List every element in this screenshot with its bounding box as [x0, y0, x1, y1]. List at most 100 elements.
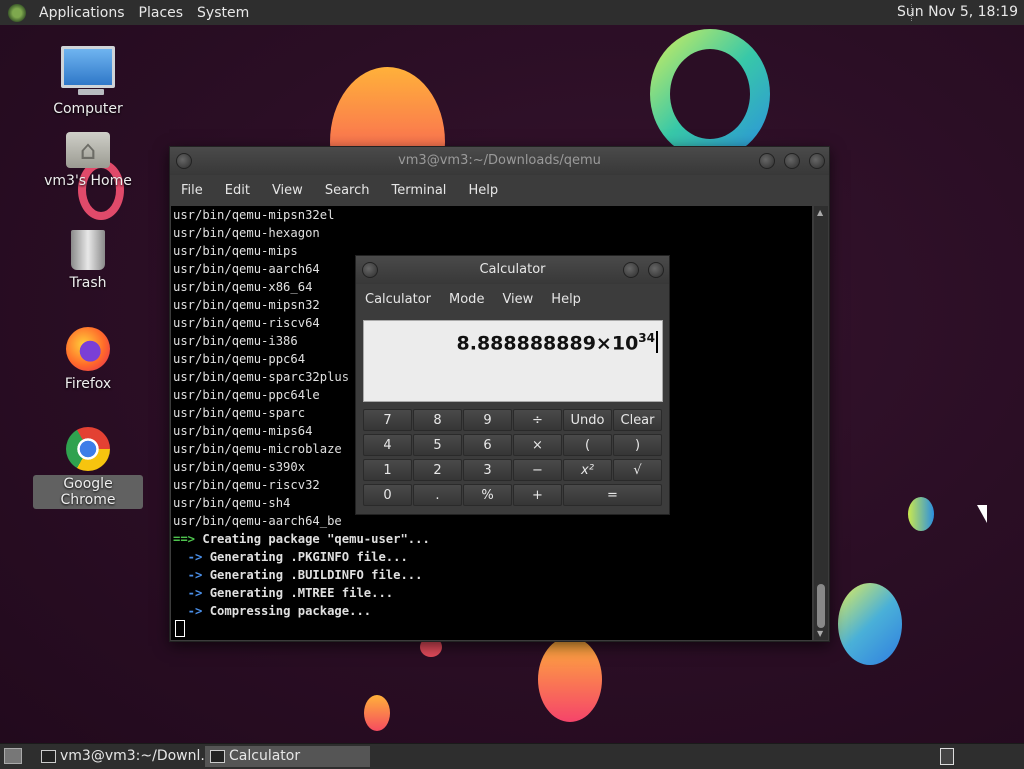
- trash-applet-icon[interactable]: [940, 748, 954, 765]
- status-text: Generating .MTREE file...: [202, 586, 394, 600]
- desktop-icon-label: Trash: [69, 275, 107, 291]
- status-text: Generating .BUILDINFO file...: [202, 568, 423, 582]
- scroll-down-icon[interactable]: ▼: [817, 629, 823, 638]
- desktop-icon-label: Firefox: [64, 376, 112, 392]
- key-divide[interactable]: ÷: [513, 409, 562, 431]
- terminal-status-line: -> Generating .MTREE file...: [171, 584, 812, 602]
- wallpaper-shape: [364, 695, 390, 731]
- desktop-icon-label: Google Chrome: [33, 475, 143, 509]
- terminal-title: vm3@vm3:~/Downloads/qemu: [398, 153, 601, 168]
- minimize-icon[interactable]: [759, 153, 775, 169]
- status-text: Generating .PKGINFO file...: [202, 550, 408, 564]
- taskbar-item-label: vm3@vm3:~/Downl...: [60, 748, 214, 764]
- minimize-icon[interactable]: [623, 262, 639, 278]
- desktop-icon-firefox[interactable]: Firefox: [33, 327, 143, 393]
- calculator-window[interactable]: Calculator Calculator Mode View Help 8.8…: [355, 255, 670, 515]
- scrollbar-thumb[interactable]: [817, 584, 825, 628]
- terminal-icon: [41, 750, 56, 763]
- terminal-scrollbar[interactable]: ▲ ▼: [814, 206, 828, 640]
- key-8[interactable]: 8: [413, 409, 462, 431]
- terminal-prompt: [171, 620, 812, 639]
- key-equals[interactable]: =: [563, 484, 662, 506]
- key-multiply[interactable]: ×: [513, 434, 562, 456]
- chrome-icon: [66, 427, 110, 471]
- terminal-menubar: File Edit View Search Terminal Help: [170, 175, 829, 205]
- clock[interactable]: Sun Nov 5, 18:19: [897, 4, 1018, 20]
- window-menu-icon[interactable]: [362, 262, 378, 278]
- top-panel: Applications Places System Sun Nov 5, 18…: [0, 0, 1024, 26]
- taskbar-item-terminal[interactable]: vm3@vm3:~/Downl...: [36, 746, 214, 767]
- key-decimal[interactable]: .: [413, 484, 462, 506]
- status-prefix: ->: [173, 568, 203, 582]
- key-6[interactable]: 6: [463, 434, 512, 456]
- calculator-titlebar[interactable]: Calculator: [356, 256, 669, 284]
- close-icon[interactable]: [648, 262, 664, 278]
- key-1[interactable]: 1: [363, 459, 412, 481]
- key-3[interactable]: 3: [463, 459, 512, 481]
- wallpaper-shape: [838, 583, 902, 665]
- key-subtract[interactable]: −: [513, 459, 562, 481]
- menu-places[interactable]: Places: [132, 5, 191, 21]
- desktop-icon-label: vm3's Home: [44, 173, 132, 189]
- terminal-line: usr/bin/qemu-hexagon: [173, 226, 320, 240]
- menu-view[interactable]: View: [493, 292, 542, 307]
- trash-icon: [71, 230, 105, 270]
- key-add[interactable]: +: [513, 484, 562, 506]
- menu-terminal[interactable]: Terminal: [380, 183, 457, 198]
- terminal-line: usr/bin/qemu-mipsn32el: [173, 208, 335, 222]
- key-square[interactable]: x²: [563, 459, 612, 481]
- key-undo[interactable]: Undo: [563, 409, 612, 431]
- key-sqrt[interactable]: √: [613, 459, 662, 481]
- key-7[interactable]: 7: [363, 409, 412, 431]
- maximize-icon[interactable]: [784, 153, 800, 169]
- desktop-icon-computer[interactable]: Computer: [33, 46, 143, 118]
- desktop-icon-home[interactable]: vm3's Home: [33, 132, 143, 190]
- status-prefix: ->: [173, 586, 203, 600]
- menu-file[interactable]: File: [170, 183, 214, 198]
- menu-calculator[interactable]: Calculator: [356, 292, 440, 307]
- menu-search[interactable]: Search: [314, 183, 381, 198]
- window-menu-icon[interactable]: [176, 153, 192, 169]
- status-prefix: ==>: [173, 532, 196, 546]
- menu-help[interactable]: Help: [542, 292, 590, 307]
- calculator-title: Calculator: [479, 262, 546, 277]
- key-4[interactable]: 4: [363, 434, 412, 456]
- status-prefix: ->: [173, 550, 203, 564]
- calculator-display[interactable]: 8.888888889×1034: [363, 320, 663, 402]
- text-caret: [656, 331, 658, 354]
- key-5[interactable]: 5: [413, 434, 462, 456]
- desktop-icon-label: Computer: [53, 101, 123, 117]
- desktop-icon-trash[interactable]: Trash: [33, 230, 143, 292]
- key-2[interactable]: 2: [413, 459, 462, 481]
- key-0[interactable]: 0: [363, 484, 412, 506]
- home-folder-icon: [66, 132, 110, 168]
- menu-view[interactable]: View: [261, 183, 314, 198]
- menu-edit[interactable]: Edit: [214, 183, 261, 198]
- key-percent[interactable]: %: [463, 484, 512, 506]
- terminal-titlebar[interactable]: vm3@vm3:~/Downloads/qemu: [170, 147, 829, 175]
- key-9[interactable]: 9: [463, 409, 512, 431]
- status-text: Creating package "qemu-user"...: [195, 532, 430, 546]
- show-desktop-icon[interactable]: [4, 748, 22, 764]
- firefox-icon: [66, 327, 110, 371]
- calculator-icon: [210, 750, 225, 763]
- scroll-up-icon[interactable]: ▲: [817, 208, 823, 217]
- display-exponent: 34: [638, 331, 655, 345]
- menu-help[interactable]: Help: [457, 183, 509, 198]
- key-clear[interactable]: Clear: [613, 409, 662, 431]
- menu-mode[interactable]: Mode: [440, 292, 493, 307]
- distro-logo-icon[interactable]: [8, 3, 26, 22]
- calculator-menubar: Calculator Mode View Help: [356, 284, 669, 314]
- menu-applications[interactable]: Applications: [32, 5, 132, 21]
- terminal-cursor: [175, 620, 185, 637]
- status-text: Compressing package...: [202, 604, 372, 618]
- desktop-icon-chrome[interactable]: Google Chrome: [33, 427, 143, 509]
- key-close-paren[interactable]: ): [613, 434, 662, 456]
- display-value: 8.888888889×1034: [457, 331, 658, 354]
- taskbar-item-calculator[interactable]: Calculator: [205, 746, 370, 767]
- terminal-status-line: ==> Creating package "qemu-user"...: [171, 530, 812, 548]
- key-open-paren[interactable]: (: [563, 434, 612, 456]
- close-icon[interactable]: [809, 153, 825, 169]
- terminal-status-line: -> Generating .PKGINFO file...: [171, 548, 812, 566]
- menu-system[interactable]: System: [190, 5, 256, 21]
